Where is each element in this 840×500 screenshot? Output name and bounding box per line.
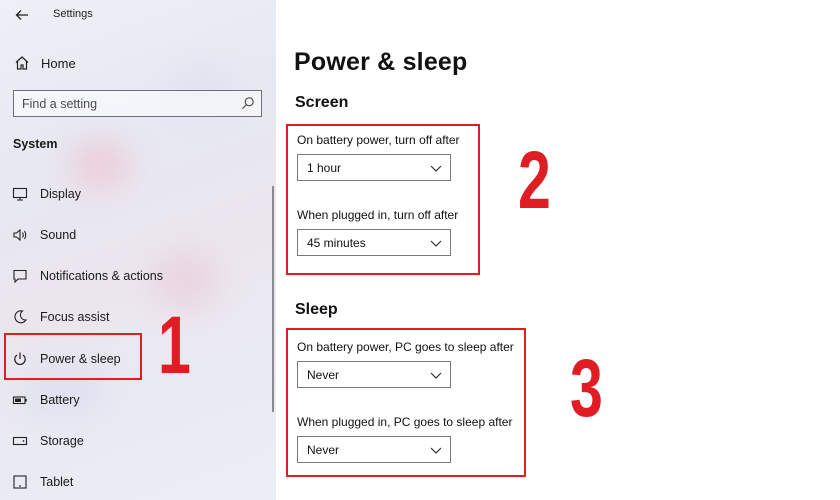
section-label-system: System [13, 137, 58, 151]
sidebar-item-label: Battery [40, 393, 80, 407]
sleep-heading: Sleep [295, 301, 338, 318]
sidebar-item-storage[interactable]: Storage [0, 423, 270, 459]
sidebar: Settings Home System Display Sound [0, 0, 276, 500]
sidebar-scrollbar[interactable] [272, 186, 274, 412]
moon-icon [14, 310, 28, 324]
sidebar-item-display[interactable]: Display [0, 176, 270, 212]
sidebar-item-sound[interactable]: Sound [0, 217, 270, 253]
search-box[interactable] [13, 90, 262, 117]
sidebar-item-label: Tablet [40, 475, 74, 489]
sidebar-item-label: Focus assist [40, 310, 110, 324]
step-number-1: 1 [158, 300, 191, 391]
home-icon [15, 56, 29, 70]
step-number-2: 2 [518, 135, 551, 226]
sidebar-item-label: Notifications & actions [40, 269, 163, 283]
sidebar-item-notifications[interactable]: Notifications & actions [0, 258, 270, 294]
highlight-box-screen [286, 124, 480, 275]
title-bar: Settings [0, 0, 276, 30]
sidebar-item-label: Storage [40, 434, 84, 448]
highlight-box-power-sleep [4, 333, 142, 380]
step-number-3: 3 [570, 343, 603, 434]
home-label: Home [41, 56, 76, 71]
page-title: Power & sleep [294, 48, 468, 76]
back-arrow-icon[interactable] [14, 7, 30, 23]
notifications-icon [13, 269, 27, 284]
battery-icon [12, 396, 27, 405]
search-input[interactable] [22, 95, 232, 112]
screen-heading: Screen [295, 94, 349, 111]
sidebar-item-focus-assist[interactable]: Focus assist [0, 299, 270, 335]
sidebar-item-label: Sound [40, 228, 77, 242]
sidebar-item-battery[interactable]: Battery [0, 382, 270, 418]
sidebar-item-tablet[interactable]: Tablet [0, 464, 270, 500]
display-icon [12, 187, 28, 201]
highlight-box-sleep [286, 328, 526, 477]
sidebar-item-label: Display [40, 187, 81, 201]
app-title: Settings [53, 8, 93, 20]
tablet-icon [13, 475, 27, 489]
speaker-icon [13, 228, 27, 242]
storage-icon [12, 436, 28, 446]
search-icon[interactable] [241, 96, 255, 110]
